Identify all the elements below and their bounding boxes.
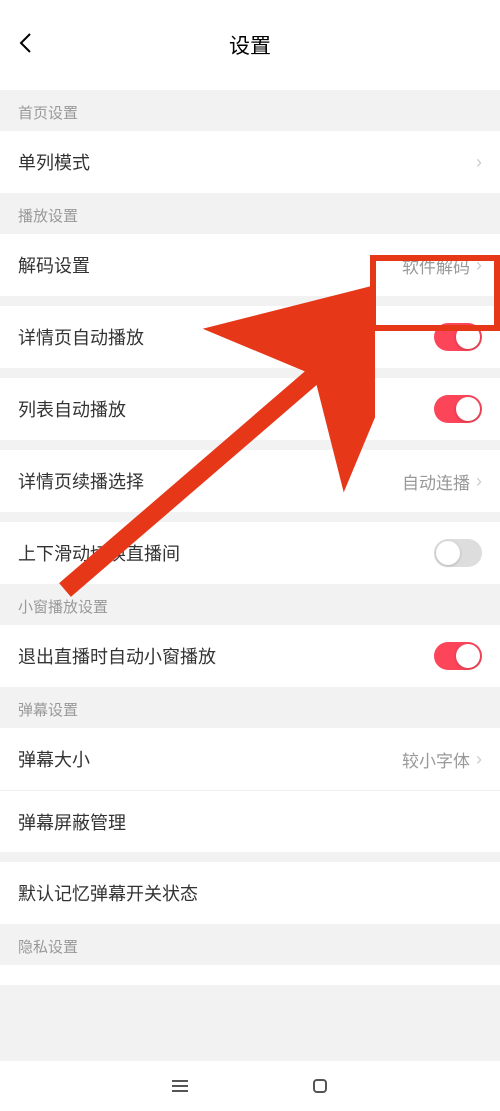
row-value: 软件解码 › [402,253,482,278]
home-icon[interactable] [310,1076,330,1096]
row-decode[interactable]: 解码设置 软件解码 › [0,234,500,296]
row-label: 解码设置 [18,252,90,278]
row-single-column[interactable]: 单列模式 › [0,131,500,193]
toggle-exit-pip[interactable] [434,642,482,670]
toggle-swipe-room[interactable] [434,539,482,567]
row-label: 退出直播时自动小窗播放 [18,643,216,669]
toggle-detail-autoplay[interactable] [434,323,482,351]
header: 设置 [0,0,500,90]
chevron-right-icon: › [476,152,482,173]
row-swipe-room[interactable]: 上下滑动切换直播间 [0,522,500,584]
chevron-right-icon: › [476,255,482,276]
row-label: 详情页续播选择 [18,468,144,494]
section-danmu: 弹幕设置 [0,687,500,728]
row-danmu-filter[interactable]: 弹幕屏蔽管理 [0,790,500,852]
section-privacy: 隐私设置 [0,924,500,965]
row-list-autoplay[interactable]: 列表自动播放 [0,378,500,440]
row-label: 上下滑动切换直播间 [18,540,180,566]
section-home: 首页设置 [0,90,500,131]
row-cut[interactable] [0,965,500,985]
row-label: 弹幕屏蔽管理 [18,809,126,835]
row-label: 弹幕大小 [18,746,90,772]
chevron-right-icon: › [476,471,482,492]
continue-value: 自动连播 [402,469,470,494]
row-exit-pip[interactable]: 退出直播时自动小窗播放 [0,625,500,687]
row-detail-continue[interactable]: 详情页续播选择 自动连播 › [0,450,500,512]
row-value: 自动连播 › [402,469,482,494]
row-label: 列表自动播放 [18,396,126,422]
row-danmu-size[interactable]: 弹幕大小 较小字体 › [0,728,500,790]
page-title: 设置 [18,30,482,60]
back-button[interactable] [18,30,32,61]
row-label: 单列模式 [18,149,90,175]
section-pip: 小窗播放设置 [0,584,500,625]
section-play: 播放设置 [0,193,500,234]
decode-value: 软件解码 [402,253,470,278]
recent-apps-icon[interactable] [170,1076,190,1096]
row-detail-autoplay[interactable]: 详情页自动播放 [0,306,500,368]
row-label: 默认记忆弹幕开关状态 [18,880,198,906]
row-label: 详情页自动播放 [18,324,144,350]
toggle-list-autoplay[interactable] [434,395,482,423]
row-value: 较小字体 › [402,747,482,772]
danmu-size-value: 较小字体 [402,747,470,772]
row-danmu-remember[interactable]: 默认记忆弹幕开关状态 [0,862,500,924]
chevron-right-icon: › [476,749,482,770]
system-navbar [0,1061,500,1111]
